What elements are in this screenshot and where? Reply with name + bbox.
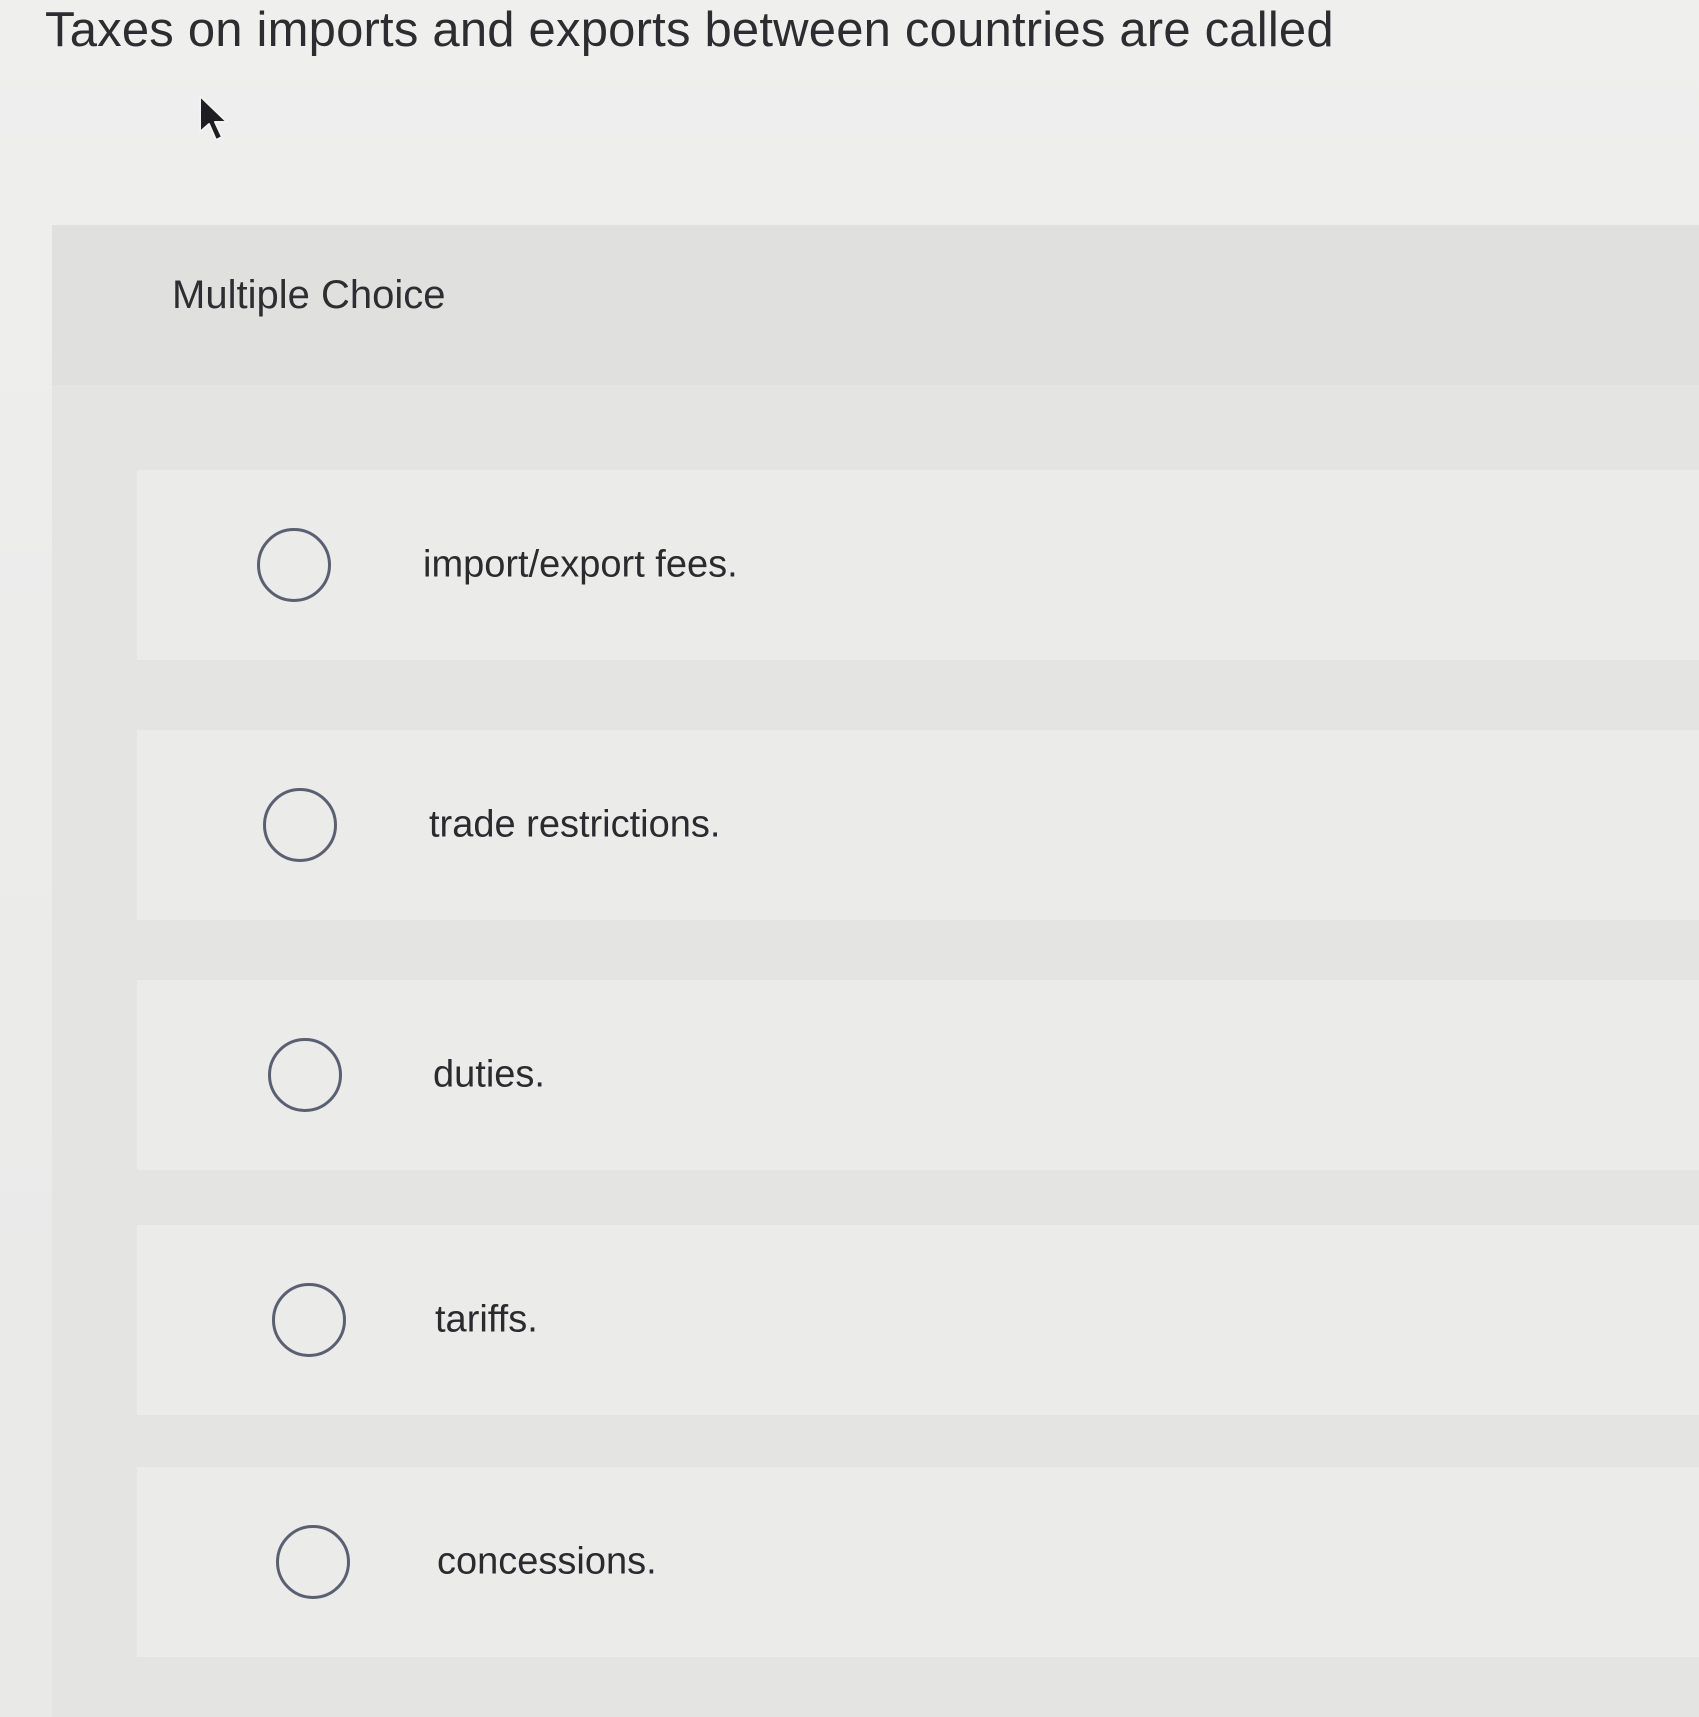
choice-label: duties. — [433, 1053, 545, 1096]
mouse-pointer-icon — [199, 95, 228, 141]
choice-option[interactable]: tariffs. — [137, 1225, 1699, 1415]
radio-button-unchecked-icon[interactable] — [268, 1038, 342, 1112]
choice-option[interactable]: import/export fees. — [137, 470, 1699, 660]
choice-option[interactable]: duties. — [137, 980, 1699, 1170]
choice-label: tariffs. — [435, 1298, 538, 1341]
choice-label: import/export fees. — [423, 543, 738, 586]
quiz-page: Taxes on imports and exports between cou… — [0, 0, 1699, 1717]
question-text: Taxes on imports and exports between cou… — [45, 3, 1334, 57]
choice-label: concessions. — [437, 1540, 657, 1583]
choice-label: trade restrictions. — [429, 803, 721, 846]
panel-header: Multiple Choice — [52, 225, 1699, 385]
question-type-label: Multiple Choice — [172, 273, 446, 317]
radio-button-unchecked-icon[interactable] — [257, 528, 331, 602]
multiple-choice-panel: Multiple Choice import/export fees. trad… — [52, 225, 1699, 1717]
choice-option[interactable]: concessions. — [137, 1467, 1699, 1657]
radio-button-unchecked-icon[interactable] — [272, 1283, 346, 1357]
radio-button-unchecked-icon[interactable] — [276, 1525, 350, 1599]
choice-option[interactable]: trade restrictions. — [137, 730, 1699, 920]
radio-button-unchecked-icon[interactable] — [263, 788, 337, 862]
